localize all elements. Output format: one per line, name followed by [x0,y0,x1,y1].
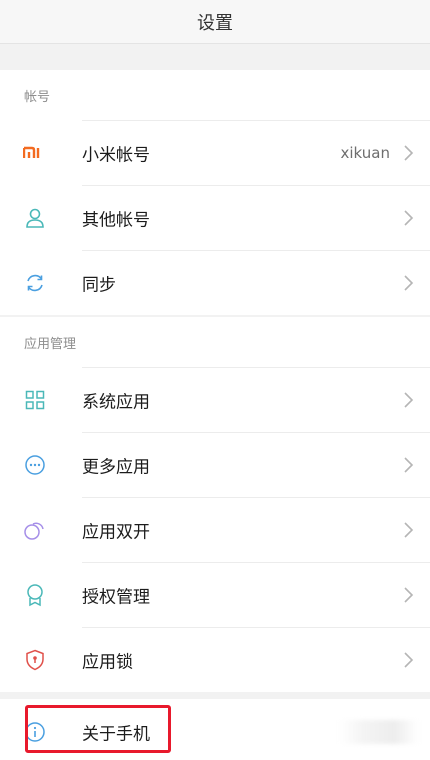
settings-item-label: 应用双开 [82,522,150,542]
settings-item-other-accounts[interactable]: 其他帐号 [0,185,430,250]
person-icon [22,205,48,231]
settings-item-dual-apps[interactable]: 应用双开 [0,497,430,562]
settings-item-permissions[interactable]: 授权管理 [0,562,430,627]
settings-item-app-lock[interactable]: 应用锁 [0,627,430,692]
settings-item-label: 同步 [82,275,116,295]
settings-item-label: 授权管理 [82,587,150,607]
shield-lock-icon [22,647,48,673]
chevron-right-icon [404,586,414,603]
page-title: 设置 [197,12,233,34]
chevron-right-icon [404,209,414,226]
settings-item-label: 关于手机 [82,724,150,744]
account-username: xikuan [340,143,390,162]
settings-item-label: 系统应用 [82,392,150,412]
settings-item-label: 应用锁 [82,652,133,672]
info-icon [22,719,48,745]
settings-item-more-apps[interactable]: 更多应用 [0,432,430,497]
chevron-right-icon [404,521,414,538]
divider [82,497,430,498]
divider [82,120,430,121]
divider [82,432,430,433]
section-header-account: 帐号 [24,89,51,105]
divider [82,250,430,251]
settings-item-label: 更多应用 [82,457,150,477]
grid-icon [22,387,48,413]
divider [82,627,430,628]
chevron-right-icon [404,391,414,408]
sync-icon [22,270,48,296]
dual-app-icon [22,517,48,543]
more-dots-icon [22,452,48,478]
badge-icon [22,582,48,608]
settings-item-sync[interactable]: 同步 [0,250,430,315]
settings-item-mi-account[interactable]: 小米帐号 xikuan [0,120,430,185]
divider [82,562,430,563]
title-bar: 设置 [0,0,430,44]
chevron-right-icon [404,651,414,668]
section-header-app-management: 应用管理 [24,336,77,352]
settings-item-label: 小米帐号 [82,145,150,165]
app-management-section: 应用管理 系统应用 更多应用 应用双开 授权管理 应用锁 [0,317,430,692]
account-section: 帐号 小米帐号 xikuan 其他帐号 同步 [0,70,430,315]
blurred-watermark [340,720,418,744]
divider [82,185,430,186]
mi-logo-icon [22,140,48,166]
chevron-right-icon [404,456,414,473]
settings-item-system-apps[interactable]: 系统应用 [0,367,430,432]
divider [82,367,430,368]
settings-item-label: 其他帐号 [82,210,150,230]
chevron-right-icon [404,144,414,161]
chevron-right-icon [404,274,414,291]
